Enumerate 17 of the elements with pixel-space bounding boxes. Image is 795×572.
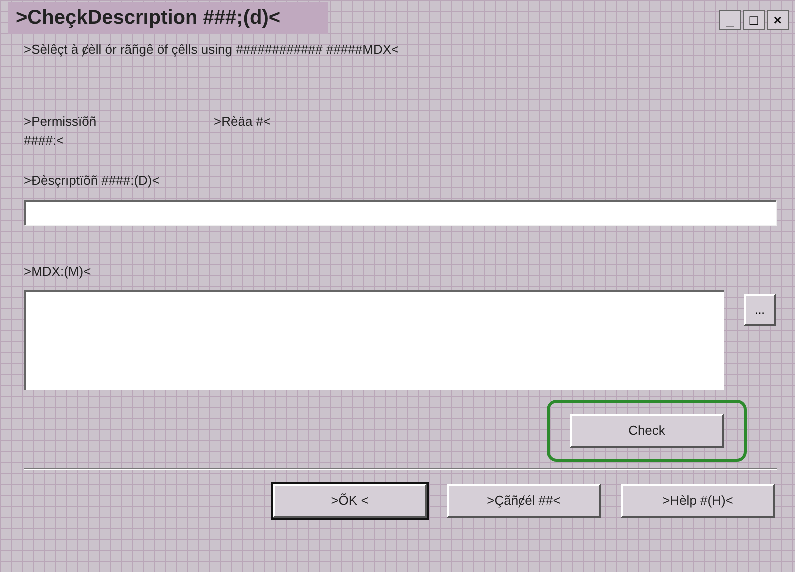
dialog-button[interactable]: >Çãñȼél ##< — [447, 484, 601, 518]
permission-label: ####:< — [24, 132, 66, 150]
mdx-field[interactable] — [24, 290, 724, 390]
instruction-text: >Sèlêçt à ȼèll ór rãñgê öf çêlls using ############ #####MDX< — [24, 41, 400, 59]
close-button[interactable]: × — [767, 10, 789, 30]
window-title: >CheçkDescrıption ###;(d)< — [8, 2, 328, 34]
permission-value: >Rèäa #< — [214, 112, 272, 130]
browse-button[interactable]: ... — [744, 294, 776, 326]
dialog-button[interactable]: >Hèlp #(H)< — [621, 484, 775, 518]
mdx-label: >MDX:(M)< — [24, 263, 92, 281]
dialog-button[interactable]: >ÕK < — [273, 484, 427, 518]
maximize-button[interactable]: □ — [743, 10, 765, 30]
description-label: >Ðèsçrıptïõñ ####:(D)< — [24, 172, 161, 190]
permission-label: >Permissïõñ — [24, 112, 98, 130]
minimize-button[interactable]: _ — [719, 10, 741, 30]
description-field[interactable] — [24, 200, 777, 226]
check-button[interactable]: Check — [570, 414, 724, 448]
